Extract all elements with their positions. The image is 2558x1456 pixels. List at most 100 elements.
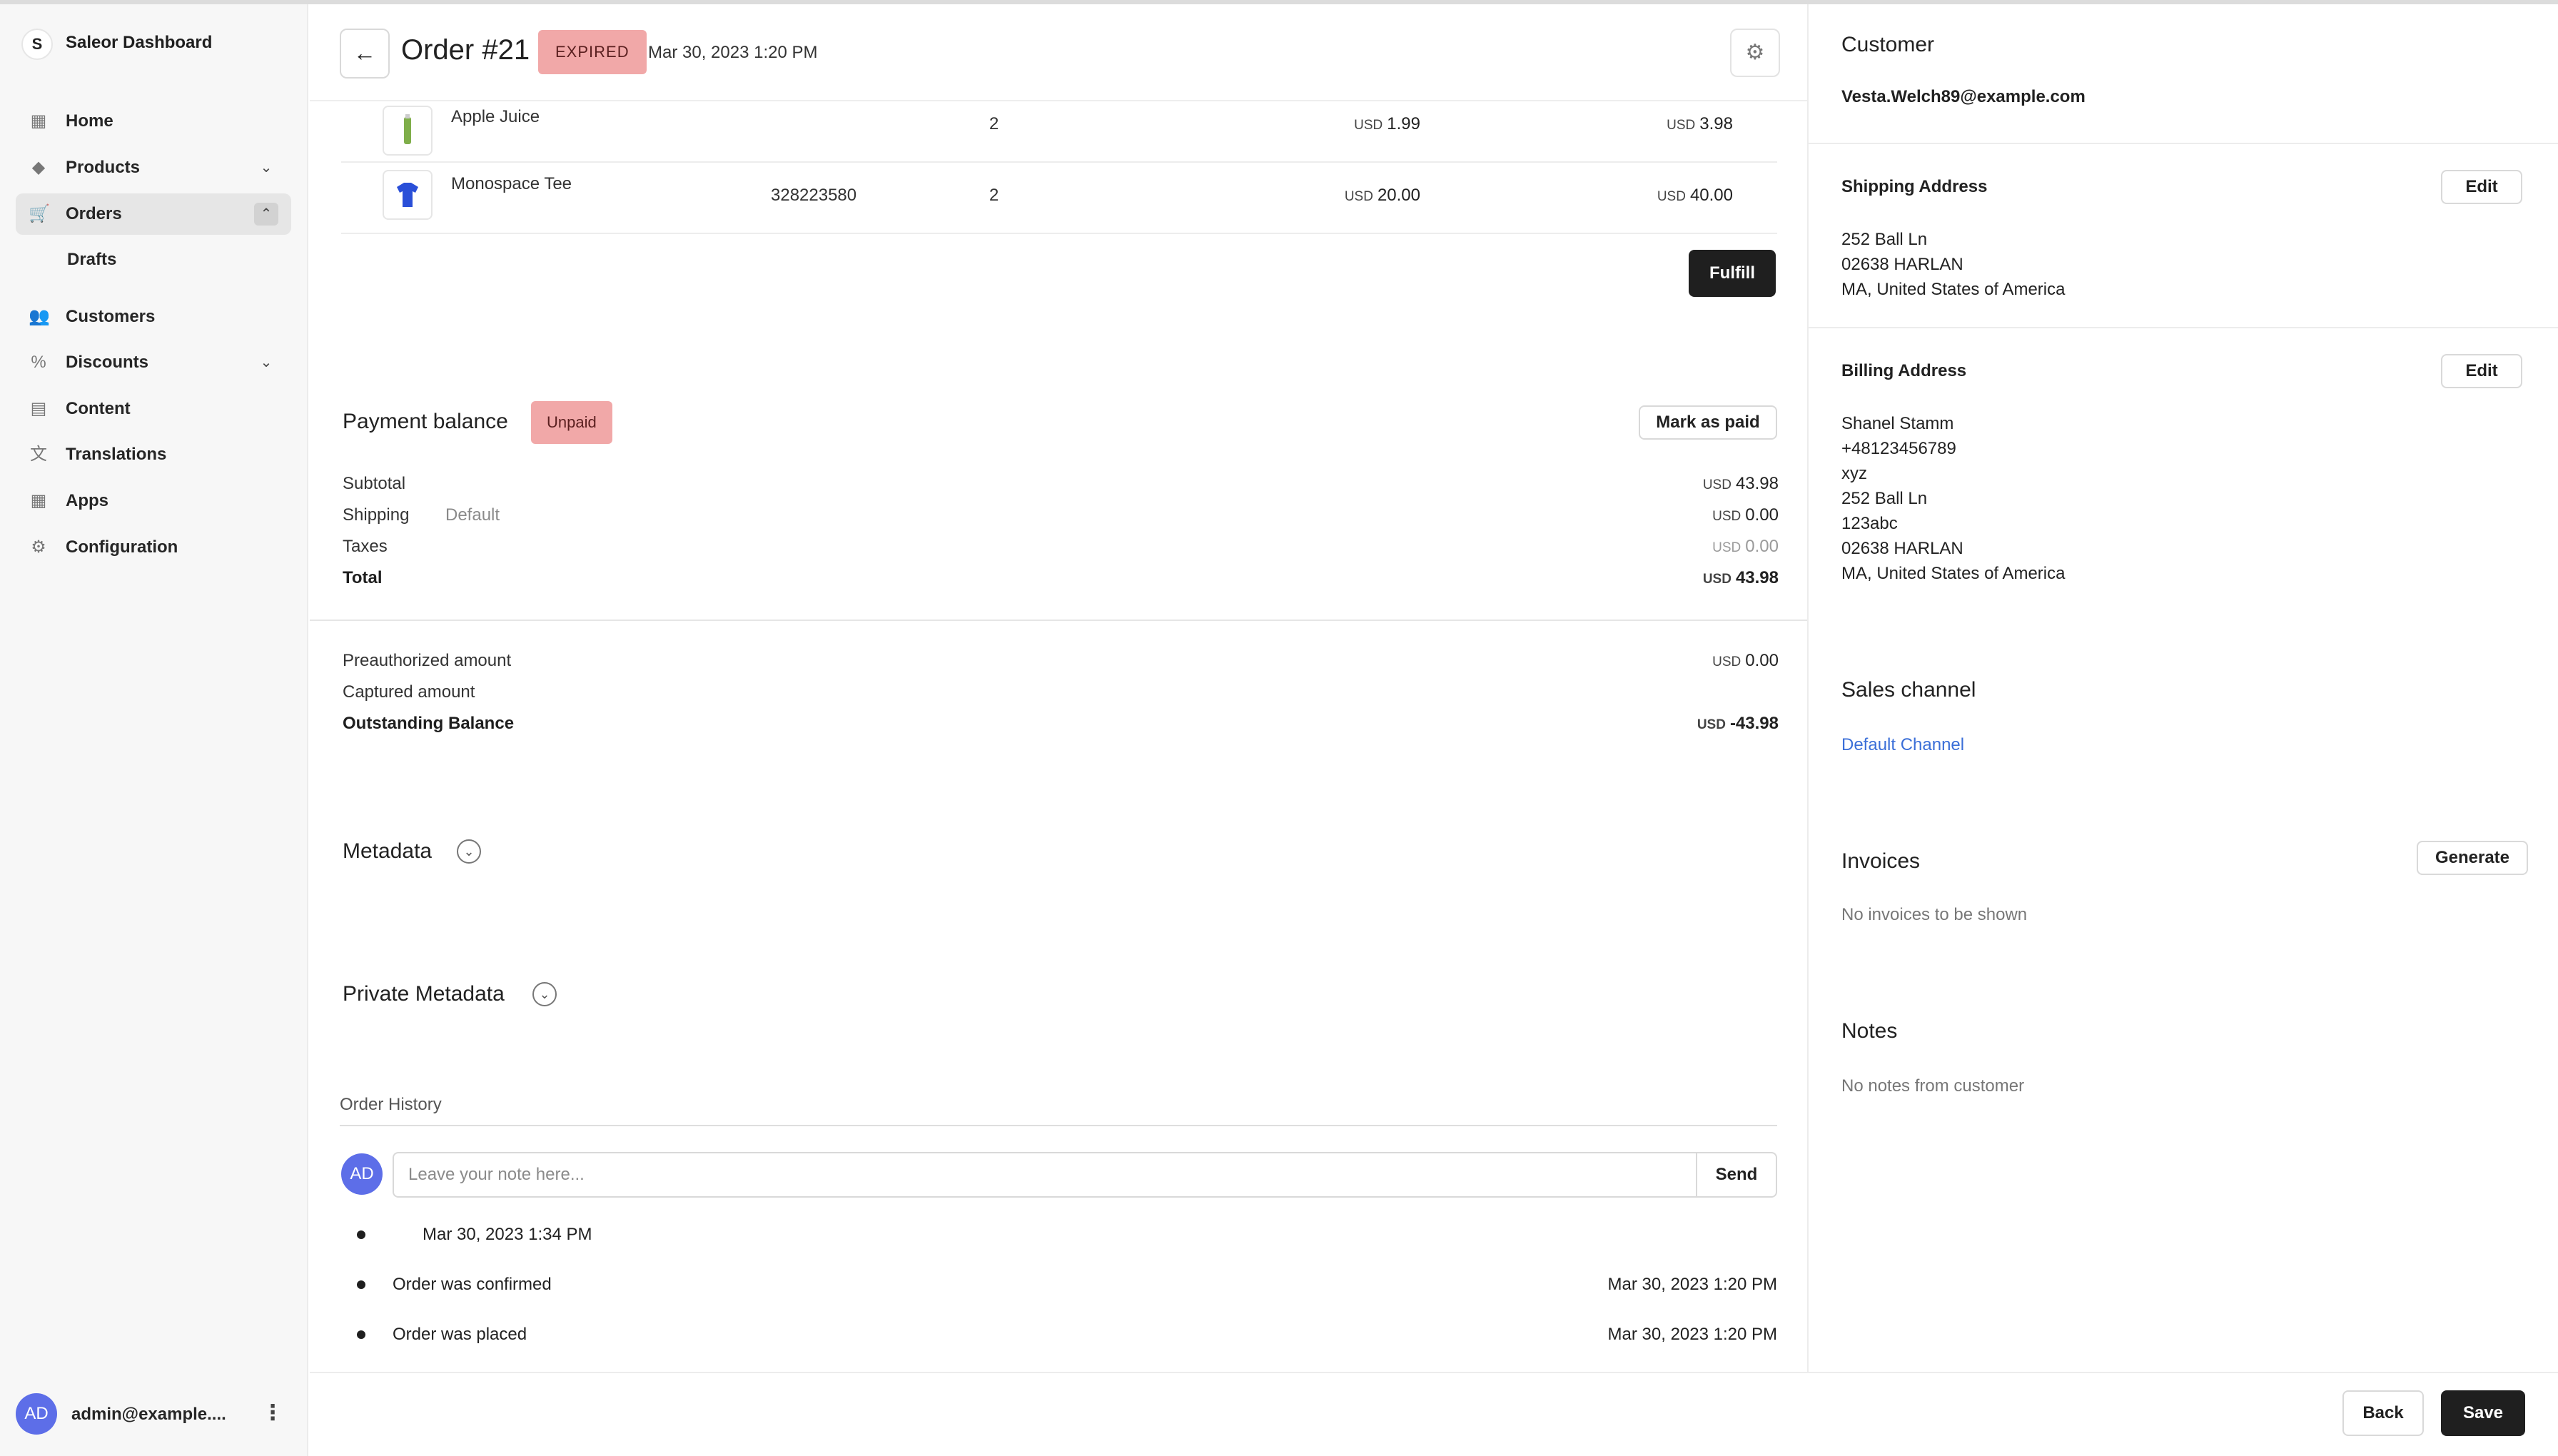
fulfill-button[interactable]: Fulfill	[1689, 250, 1776, 297]
shipping-method: Default	[445, 505, 500, 525]
taxes-value: USD 0.00	[1712, 537, 1779, 556]
avatar[interactable]: AD	[16, 1393, 57, 1435]
sidebar-item-label: Configuration	[66, 537, 178, 557]
table-row[interactable]: Apple Juice 2 USD 1.99 USD 3.98	[341, 101, 1777, 163]
apps-icon: ▦	[30, 491, 47, 510]
preauthorized-value: USD 0.00	[1712, 651, 1779, 670]
line-total: USD 3.98	[1667, 114, 1733, 133]
sidebar-item-label: Orders	[66, 204, 122, 223]
table-row[interactable]: Monospace Tee 328223580 2 USD 20.00 USD 40…	[341, 163, 1777, 234]
unit-price: USD 20.00	[1344, 186, 1420, 205]
settings-gear-icon[interactable]: ⚙	[1730, 29, 1780, 77]
status-badge: EXPIRED	[538, 30, 647, 74]
product-name[interactable]: Apple Juice	[451, 104, 594, 130]
sidebar-item-orders[interactable]: 🛒 Orders ⌃	[16, 193, 291, 235]
outstanding-value: USD -43.98	[1697, 714, 1779, 733]
history-bullet	[357, 1230, 365, 1239]
chevron-up-icon[interactable]: ⌃	[254, 203, 278, 226]
brand-name: Saleor Dashboard	[66, 33, 213, 52]
history-event-date: Mar 30, 2023 1:20 PM	[1607, 1275, 1777, 1294]
sidebar-item-label: Translations	[66, 445, 167, 464]
edit-shipping-button[interactable]: Edit	[2441, 170, 2522, 204]
outstanding-label: Outstanding Balance	[343, 714, 515, 733]
sidebar-item-label: Products	[66, 158, 141, 177]
expand-icon[interactable]: ⌄	[457, 839, 481, 864]
home-icon: ▦	[30, 111, 47, 131]
total-value: USD 43.98	[1702, 568, 1779, 587]
more-vertical-icon[interactable]: ⋮	[260, 1399, 285, 1427]
chevron-down-icon[interactable]: ⌄	[254, 156, 278, 179]
section-divider	[310, 620, 1807, 621]
customers-icon: 👥	[29, 307, 50, 326]
invoices-empty: No invoices to be shown	[1841, 905, 2028, 924]
sidebar-item-customers[interactable]: 👥 Customers	[16, 296, 291, 338]
unit-price: USD 1.99	[1354, 114, 1420, 133]
history-event-text: Order was placed	[393, 1325, 527, 1344]
edit-billing-button[interactable]: Edit	[2441, 354, 2522, 388]
subtotal-value: USD 43.98	[1702, 474, 1779, 493]
note-input[interactable]: Leave your note here...	[393, 1152, 1697, 1198]
history-bullet	[357, 1280, 365, 1289]
total-label: Total	[343, 568, 383, 587]
sidebar-item-label: Customers	[66, 307, 156, 326]
sku: 328223580	[771, 186, 857, 205]
save-button[interactable]: Save	[2441, 1390, 2525, 1436]
footer-bar	[310, 1372, 2558, 1456]
sidebar-item-configuration[interactable]: ⚙ Configuration	[16, 527, 291, 568]
shipping-address-title: Shipping Address	[1841, 177, 1988, 196]
history-event-date: Mar 30, 2023 1:20 PM	[1607, 1325, 1777, 1344]
generate-invoice-button[interactable]: Generate	[2417, 841, 2528, 875]
sidebar-item-apps[interactable]: ▦ Apps	[16, 480, 291, 522]
sidebar-item-content[interactable]: ▤ Content	[16, 388, 291, 430]
sidebar-item-label: Content	[66, 399, 131, 418]
chevron-down-icon[interactable]: ⌄	[254, 351, 278, 374]
sales-channel-title: Sales channel	[1841, 678, 1976, 702]
sidebar-item-discounts[interactable]: % Discounts ⌄	[16, 342, 291, 383]
sidebar-item-products[interactable]: ◆ Products ⌄	[16, 147, 291, 188]
send-button[interactable]: Send	[1696, 1152, 1777, 1198]
quantity: 2	[989, 114, 999, 133]
sidebar-item-home[interactable]: ▦ Home	[16, 101, 291, 142]
order-history-title: Order History	[340, 1095, 442, 1114]
payment-balance-title: Payment balance	[343, 410, 508, 433]
cart-icon: 🛒	[29, 204, 50, 223]
metadata-title: Metadata	[343, 839, 433, 863]
mark-as-paid-button[interactable]: Mark as paid	[1639, 405, 1777, 440]
sidebar-item-drafts[interactable]: Drafts	[67, 250, 116, 270]
user-email: admin@example....	[71, 1405, 226, 1424]
order-date: Mar 30, 2023 1:20 PM	[648, 43, 818, 62]
product-name[interactable]: Monospace Tee	[451, 171, 594, 197]
customer-email[interactable]: Vesta.Welch89@example.com	[1841, 87, 2086, 107]
notes-empty: No notes from customer	[1841, 1076, 2025, 1096]
billing-address: Shanel Stamm +48123456789 xyz 252 Ball L…	[1841, 414, 2066, 583]
page-title: Order #21	[401, 34, 530, 66]
discount-icon: %	[31, 353, 46, 372]
section-divider	[1807, 327, 2558, 328]
customer-title: Customer	[1841, 33, 1935, 56]
sales-channel-link[interactable]: Default Channel	[1841, 735, 1964, 755]
product-thumbnail	[383, 170, 433, 220]
avatar: AD	[341, 1153, 383, 1195]
shipping-value: USD 0.00	[1712, 505, 1779, 525]
history-event-text: Mar 30, 2023 1:34 PM	[423, 1225, 592, 1244]
tag-icon: ◆	[31, 158, 46, 177]
invoices-title: Invoices	[1841, 849, 1921, 873]
taxes-label: Taxes	[343, 537, 388, 556]
section-divider	[1807, 143, 2558, 144]
back-arrow-button[interactable]: ←	[340, 29, 390, 79]
gear-icon: ⚙	[31, 537, 46, 557]
notes-title: Notes	[1841, 1019, 1898, 1043]
captured-label: Captured amount	[343, 682, 475, 702]
line-total: USD 40.00	[1657, 186, 1733, 205]
subtotal-label: Subtotal	[343, 474, 406, 493]
history-divider	[340, 1125, 1777, 1126]
sidebar-item-label: Discounts	[66, 353, 149, 372]
sidebar-item-translations[interactable]: 文 Translations	[16, 434, 291, 475]
expand-icon[interactable]: ⌄	[532, 982, 557, 1006]
back-button[interactable]: Back	[2342, 1390, 2424, 1436]
shipping-label: Shipping	[343, 505, 410, 525]
saleor-logo-icon[interactable]: S	[21, 29, 53, 60]
sidebar-item-label: Home	[66, 111, 113, 131]
history-bullet	[357, 1330, 365, 1339]
quantity: 2	[989, 186, 999, 205]
